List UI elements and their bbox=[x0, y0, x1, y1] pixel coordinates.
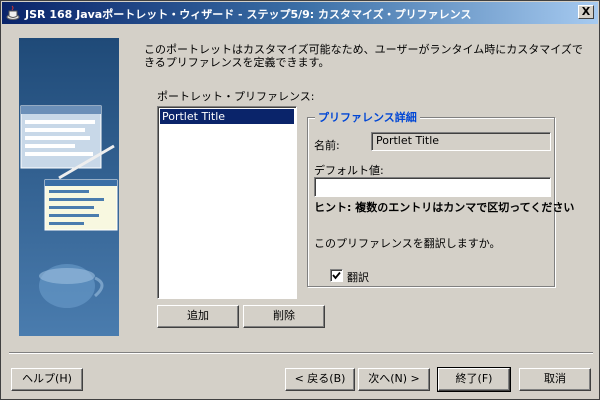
name-label: 名前: bbox=[314, 139, 340, 152]
title-bar[interactable]: JSR 168 Javaポートレット・ウィザード - ステップ5/9: カスタマ… bbox=[2, 2, 598, 24]
finish-button[interactable]: 終了(F) bbox=[437, 367, 511, 392]
name-field[interactable]: Portlet Title bbox=[371, 132, 551, 151]
window-title: JSR 168 Javaポートレット・ウィザード - ステップ5/9: カスタマ… bbox=[25, 8, 472, 21]
checkmark-icon bbox=[332, 271, 341, 280]
wizard-artwork-image bbox=[19, 38, 119, 336]
help-button[interactable]: ヘルプ(H) bbox=[11, 368, 83, 391]
wizard-illustration bbox=[19, 38, 119, 336]
translate-checkbox[interactable] bbox=[330, 269, 343, 282]
java-cup-icon bbox=[6, 5, 20, 20]
close-button[interactable]: X bbox=[578, 5, 594, 19]
delete-button[interactable]: 削除 bbox=[243, 305, 325, 328]
preferences-list[interactable]: Portlet Title bbox=[157, 106, 297, 299]
add-button[interactable]: 追加 bbox=[157, 305, 239, 328]
wizard-dialog: JSR 168 Javaポートレット・ウィザード - ステップ5/9: カスタマ… bbox=[0, 0, 600, 400]
list-item[interactable]: Portlet Title bbox=[160, 109, 294, 124]
preferences-label: ポートレット・プリファレンス: bbox=[157, 90, 315, 103]
next-button[interactable]: 次へ(N) > bbox=[358, 368, 430, 391]
back-button[interactable]: < 戻る(B) bbox=[285, 368, 355, 391]
preference-details-title: プリファレンス詳細 bbox=[315, 109, 420, 125]
default-value-label: デフォルト値: bbox=[314, 164, 384, 177]
cancel-button[interactable]: 取消 bbox=[519, 368, 591, 391]
translate-label[interactable]: 翻訳 bbox=[347, 269, 369, 285]
translate-question: このプリファレンスを翻訳しますか。 bbox=[314, 237, 501, 250]
footer-separator bbox=[9, 352, 593, 354]
intro-text: このポートレットはカスタマイズ可能なため、ユーザーがランタイム時にカスタマイズで… bbox=[144, 43, 583, 69]
hint-text: ヒント: 複数のエントリはカンマで区切ってください bbox=[314, 201, 575, 214]
default-value-field[interactable] bbox=[314, 177, 551, 197]
